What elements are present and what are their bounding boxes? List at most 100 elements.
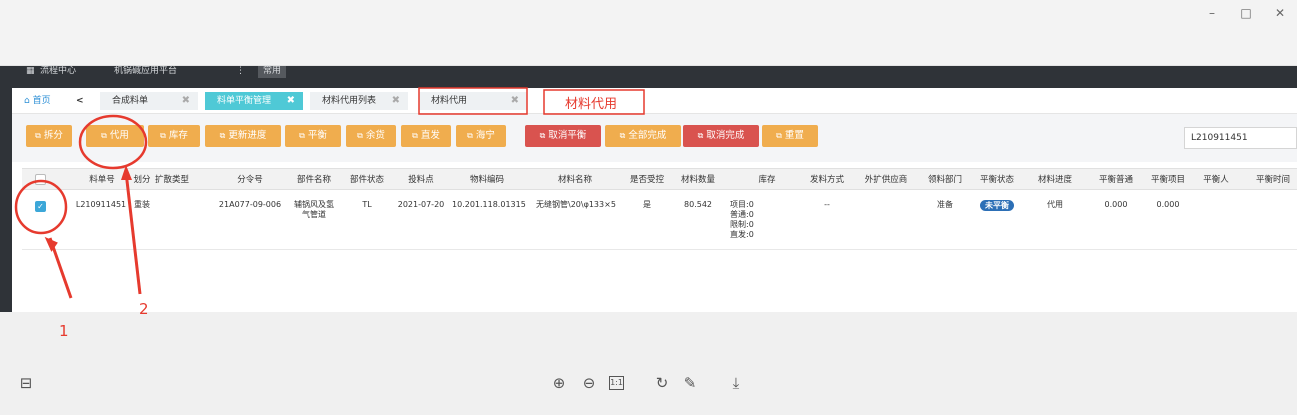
edit-box-icon: ⧉ — [219, 131, 226, 140]
column-header[interactable]: 库存 — [742, 169, 792, 191]
stock-line: 直发:0 — [730, 230, 754, 239]
column-header[interactable]: 物料编码 — [452, 169, 522, 191]
tab-synthetic-list[interactable]: 合成料单 ✖ — [100, 92, 198, 110]
tab-label: 材料代用列表 — [322, 96, 377, 106]
cell-issue-method: -- — [824, 200, 830, 209]
button-label: 重置 — [784, 130, 804, 141]
tab-label: 料单平衡管理 — [217, 96, 272, 106]
window-titlebar: – □ ✕ — [0, 0, 1297, 66]
maximize-icon[interactable]: □ — [1234, 4, 1258, 22]
column-header[interactable]: 投料点 — [396, 169, 446, 191]
tab-balance-management[interactable]: 料单平衡管理 ✖ — [205, 92, 303, 110]
tab-label: 材料代用 — [431, 96, 468, 106]
common-menu[interactable]: 常用 — [258, 66, 287, 78]
balance-button[interactable]: ⧉ 平衡 — [285, 125, 341, 147]
stock-button[interactable]: ⧉ 库存 — [148, 125, 200, 147]
app-navbar: ▦ 流程中心 机锅碱应用平台 ⋮ 常用 — [0, 66, 1297, 88]
edit-box-icon: ⧉ — [697, 131, 704, 140]
more-icon[interactable]: ⋮ — [236, 66, 245, 88]
column-header[interactable]: 平衡项目 — [1140, 169, 1196, 191]
column-header[interactable]: 材料数量 — [672, 169, 724, 191]
part-name-line: 辅锅风及氢 — [294, 200, 334, 209]
process-center-link[interactable]: 流程中心 — [40, 66, 76, 88]
close-icon[interactable]: ✕ — [1268, 4, 1292, 22]
tab-close-icon[interactable]: ✖ — [287, 92, 295, 110]
row-checkbox[interactable]: ✓ — [35, 201, 46, 212]
cancel-complete-button[interactable]: ⧉ 取消完成 — [683, 125, 759, 147]
column-header[interactable]: 外扩供应商 — [856, 169, 916, 191]
cell-progress: 代用 — [1047, 200, 1063, 209]
search-input[interactable]: L210911451 — [1184, 127, 1297, 149]
haining-button[interactable]: ⧉ 海宁 — [456, 125, 506, 147]
button-label: 代用 — [109, 130, 129, 141]
cell-balance-status: 未平衡 — [970, 200, 1024, 211]
zoom-in-icon[interactable]: ⊕ — [549, 373, 569, 393]
table-row[interactable]: ✓ L210911451 重装 21A077-09-006 辅锅风及氢 气管道 … — [22, 190, 1297, 250]
zoom-out-icon[interactable]: ⊖ — [579, 373, 599, 393]
rotate-icon[interactable]: ↻ — [652, 373, 672, 393]
cancel-balance-button[interactable]: ⧉ 取消平衡 — [525, 125, 601, 147]
column-header[interactable]: 部件名称 — [288, 169, 340, 191]
edit-box-icon: ⧉ — [357, 131, 363, 140]
edit-box-icon: ⧉ — [539, 131, 546, 140]
button-label: 余货 — [365, 130, 385, 141]
annotation-number-1: 1 — [59, 322, 69, 340]
cell-feed-point: 2021-07-20 — [397, 200, 445, 209]
cell-dept: 准备 — [937, 200, 953, 209]
column-header[interactable]: 扩散类型 — [146, 169, 198, 191]
actual-size-icon[interactable]: 1:1 — [609, 376, 624, 390]
tab-close-icon[interactable]: ✖ — [511, 92, 519, 110]
column-header[interactable]: 平衡人 — [1194, 169, 1238, 191]
layout-icon[interactable]: ⊟ — [16, 373, 36, 393]
tab-label: 合成料单 — [112, 96, 149, 106]
direct-issue-button[interactable]: ⧉ 直发 — [401, 125, 451, 147]
tab-close-icon[interactable]: ✖ — [392, 92, 400, 110]
cell-order-no: L210911451 — [75, 200, 127, 209]
column-header[interactable]: 发料方式 — [797, 169, 857, 191]
stock-line: 项目:0 — [730, 200, 754, 209]
stock-line: 普通:0 — [730, 210, 754, 219]
substitute-button[interactable]: ⧉ 代用 — [86, 125, 144, 147]
column-header[interactable]: 平衡时间 — [1248, 169, 1297, 191]
button-label: 平衡 — [307, 130, 327, 141]
tab-close-icon[interactable]: ✖ — [182, 92, 190, 110]
tab-material-substitution[interactable]: 材料代用 ✖ — [419, 92, 527, 110]
platform-link[interactable]: 机锅碱应用平台 — [114, 66, 177, 88]
cell-bal-project: 0.000 — [1156, 200, 1180, 209]
column-header[interactable]: 分令号 — [210, 169, 290, 191]
edit-box-icon: ⧉ — [299, 131, 305, 140]
annotation-number-2: 2 — [139, 300, 149, 318]
button-label: 拆分 — [43, 130, 63, 141]
tab-back-button[interactable]: < — [68, 92, 90, 110]
download-icon[interactable]: ⤓ — [726, 373, 746, 393]
tab-home[interactable]: ⌂ 首页 — [12, 92, 60, 110]
minimize-icon[interactable]: – — [1200, 4, 1224, 22]
part-name-line: 气管道 — [302, 210, 326, 219]
column-header[interactable]: 平衡状态 — [970, 169, 1024, 191]
stock-line: 限制:0 — [730, 220, 754, 229]
column-header[interactable]: 部件状态 — [342, 169, 392, 191]
cell-part-status: TL — [362, 200, 372, 209]
edit-box-icon: ⧉ — [35, 131, 41, 140]
split-button[interactable]: ⧉ 拆分 — [26, 125, 72, 147]
cell-controlled: 是 — [643, 200, 651, 209]
tab-substitution-list[interactable]: 材料代用列表 ✖ — [310, 92, 408, 110]
column-header[interactable]: 是否受控 — [622, 169, 672, 191]
column-header[interactable]: 材料名称 — [540, 169, 610, 191]
status-badge: 未平衡 — [980, 200, 1014, 211]
complete-all-button[interactable]: ⧉ 全部完成 — [605, 125, 681, 147]
edit-icon[interactable]: ✎ — [680, 373, 700, 393]
column-header[interactable]: 平衡普通 — [1088, 169, 1144, 191]
select-all-checkbox[interactable] — [35, 174, 46, 185]
column-header[interactable]: 领料部门 — [920, 169, 970, 191]
cell-quantity: 80.542 — [684, 200, 712, 209]
reset-button[interactable]: ⧉ 重置 — [762, 125, 818, 147]
column-header[interactable]: 料单号 — [72, 169, 132, 191]
edit-box-icon: ⧉ — [776, 131, 782, 140]
column-header[interactable]: 材料进度 — [1030, 169, 1080, 191]
surplus-button[interactable]: ⧉ 余货 — [346, 125, 396, 147]
update-progress-button[interactable]: ⧉ 更新进度 — [205, 125, 281, 147]
grid-icon: ▦ — [26, 66, 35, 76]
cell-material-code: 10.201.118.01315 — [452, 200, 526, 209]
tab-home-label: 首页 — [32, 96, 51, 106]
